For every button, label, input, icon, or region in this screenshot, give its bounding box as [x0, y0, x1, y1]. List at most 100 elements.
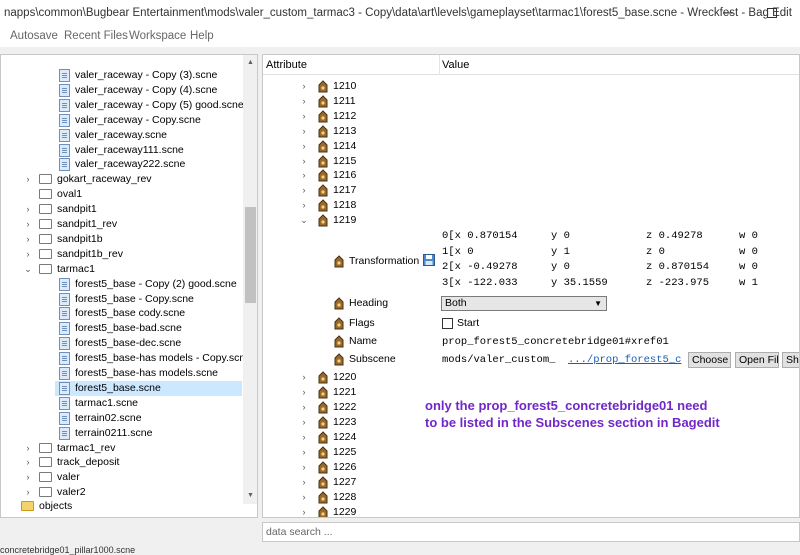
chevron-right-icon[interactable]: › — [299, 460, 309, 475]
chevron-right-icon[interactable]: › — [299, 124, 309, 139]
matrix-cell[interactable]: z 0.870154 — [646, 261, 709, 273]
tree-file-item[interactable]: valer_raceway111.scne — [1, 143, 241, 158]
chevron-right-icon[interactable]: › — [23, 455, 33, 470]
node-row[interactable]: › 1218 — [299, 198, 439, 213]
chevron-right-icon[interactable]: › — [299, 430, 309, 445]
node-row[interactable]: › 1224 — [299, 430, 439, 445]
chevron-right-icon[interactable]: › — [299, 505, 309, 517]
file-tree[interactable]: valer_raceway - Copy (3).scne valer_racew… — [0, 54, 258, 518]
chevron-right-icon[interactable]: › — [299, 475, 309, 490]
matrix-cell[interactable]: y 0 — [551, 261, 570, 273]
menu-workspace[interactable]: Workspace — [129, 30, 186, 42]
chevron-right-icon[interactable]: › — [23, 172, 33, 187]
tree-file-item[interactable]: forest5_base-dec.scne — [1, 336, 241, 351]
chevron-right-icon[interactable]: › — [23, 470, 33, 485]
chevron-right-icon[interactable]: › — [299, 94, 309, 109]
node-row[interactable]: › 1217 — [299, 183, 439, 198]
chevron-right-icon[interactable]: › — [23, 441, 33, 456]
node-row[interactable]: › 1228 — [299, 490, 439, 505]
menu-recent-files[interactable]: Recent Files — [64, 30, 128, 42]
tree-folder-item[interactable]: › gokart_raceway_rev — [1, 172, 241, 187]
chevron-right-icon[interactable]: › — [299, 445, 309, 460]
tree-file-item[interactable]: terrain02.scne — [1, 411, 241, 426]
save-icon[interactable] — [423, 254, 435, 266]
matrix-cell[interactable]: w 0 — [739, 246, 758, 258]
tree-folder-item[interactable]: objects — [1, 499, 241, 514]
tree-folder-item[interactable]: › sandpit1 — [1, 202, 241, 217]
node-row[interactable]: › 1229 — [299, 505, 439, 517]
matrix-cell[interactable]: y 35.1559 — [551, 277, 608, 289]
tree-folder-item[interactable]: › tarmac1_rev — [1, 441, 241, 456]
chevron-right-icon[interactable]: › — [299, 168, 309, 183]
chevron-right-icon[interactable]: › — [299, 109, 309, 124]
scroll-up-icon[interactable]: ▲ — [243, 56, 257, 69]
tree-scrollbar[interactable]: ▲ ▼ — [243, 55, 257, 504]
column-attribute[interactable]: Attribute — [266, 59, 307, 71]
node-row[interactable]: › 1216 — [299, 168, 439, 183]
node-row[interactable]: › 1211 — [299, 94, 439, 109]
node-row[interactable]: › 1214 — [299, 139, 439, 154]
node-row[interactable]: › 1225 — [299, 445, 439, 460]
tree-file-item[interactable]: tarmac1.scne — [1, 396, 241, 411]
matrix-cell[interactable]: 0[x 0.870154 — [442, 230, 518, 242]
node-row[interactable]: › 1223 — [299, 415, 439, 430]
chevron-down-icon[interactable]: ⌄ — [299, 213, 309, 228]
node-row[interactable]: › 1222 — [299, 400, 439, 415]
node-row[interactable]: › 1212 — [299, 109, 439, 124]
start-checkbox[interactable] — [442, 318, 453, 329]
matrix-cell[interactable]: 1[x 0 — [442, 246, 474, 258]
matrix-cell[interactable]: y 0 — [551, 230, 570, 242]
node-row[interactable]: › 1220 — [299, 370, 439, 385]
tree-file-item[interactable]: valer_raceway222.scne — [1, 157, 241, 172]
node-row[interactable]: ⌄ 1219 — [299, 213, 439, 228]
tree-file-item[interactable]: forest5_base - Copy.scne — [1, 292, 241, 307]
node-row[interactable]: › 1210 — [299, 79, 439, 94]
tree-file-item[interactable]: forest5_base - Copy (2) good.scne — [1, 277, 241, 292]
tree-file-item[interactable]: forest5_base cody.scne — [1, 306, 241, 321]
tree-file-item[interactable]: forest5_base.scne — [55, 380, 242, 396]
chevron-right-icon[interactable]: › — [299, 400, 309, 415]
matrix-cell[interactable]: z -223.975 — [646, 277, 709, 289]
chevron-right-icon[interactable]: › — [299, 385, 309, 400]
tree-folder-item[interactable]: › valer2 — [1, 485, 241, 500]
tree-folder-item[interactable]: › sandpit1b_rev — [1, 247, 241, 262]
chevron-right-icon[interactable]: › — [299, 139, 309, 154]
matrix-cell[interactable]: y 1 — [551, 246, 570, 258]
tree-file-item[interactable]: valer_raceway - Copy (4).scne — [1, 83, 241, 98]
chevron-right-icon[interactable]: › — [23, 485, 33, 500]
column-divider[interactable] — [439, 55, 440, 75]
matrix-cell[interactable]: 2[x -0.49278 — [442, 261, 518, 273]
chevron-right-icon[interactable]: › — [299, 183, 309, 198]
matrix-cell[interactable]: z 0.49278 — [646, 230, 703, 242]
tree-file-item[interactable]: forest5_base-bad.scne — [1, 321, 241, 336]
name-value[interactable]: prop_forest5_concretebridge01#xref01 — [442, 336, 669, 348]
matrix-cell[interactable]: w 0 — [739, 261, 758, 273]
matrix-cell[interactable]: z 0 — [646, 246, 665, 258]
matrix-cell[interactable]: 3[x -122.033 — [442, 277, 518, 289]
node-row[interactable]: › 1221 — [299, 385, 439, 400]
tree-folder-item[interactable]: › sandpit1b — [1, 232, 241, 247]
tree-scroll-thumb[interactable] — [245, 207, 256, 303]
chevron-right-icon[interactable]: › — [299, 198, 309, 213]
chevron-right-icon[interactable]: › — [23, 202, 33, 217]
tree-file-item[interactable]: valer_raceway - Copy.scne — [1, 113, 241, 128]
tree-folder-item[interactable]: › sandpit1_rev — [1, 217, 241, 232]
tree-folder-item[interactable]: › valer — [1, 470, 241, 485]
subscene-path-link[interactable]: .../prop_forest5_c — [568, 354, 681, 366]
open-file-button[interactable]: Open Fil — [735, 352, 779, 368]
scroll-down-icon[interactable]: ▼ — [243, 489, 257, 502]
tree-folder-item[interactable]: oval1 — [1, 187, 241, 202]
tree-folder-item[interactable]: ⌄ tarmac1 — [1, 262, 241, 277]
tree-folder-item[interactable]: › track_deposit — [1, 455, 241, 470]
chevron-right-icon[interactable]: › — [23, 217, 33, 232]
matrix-cell[interactable]: w 0 — [739, 230, 758, 242]
node-row[interactable]: › 1213 — [299, 124, 439, 139]
tree-file-item[interactable]: valer_raceway - Copy (3).scne — [1, 68, 241, 83]
column-value[interactable]: Value — [442, 59, 469, 71]
choose-button[interactable]: Choose — [688, 352, 731, 368]
chevron-right-icon[interactable]: › — [299, 154, 309, 169]
chevron-right-icon[interactable]: › — [23, 247, 33, 262]
chevron-down-icon[interactable]: ⌄ — [23, 262, 33, 277]
node-row[interactable]: › 1215 — [299, 154, 439, 169]
menu-help[interactable]: Help — [190, 30, 214, 42]
